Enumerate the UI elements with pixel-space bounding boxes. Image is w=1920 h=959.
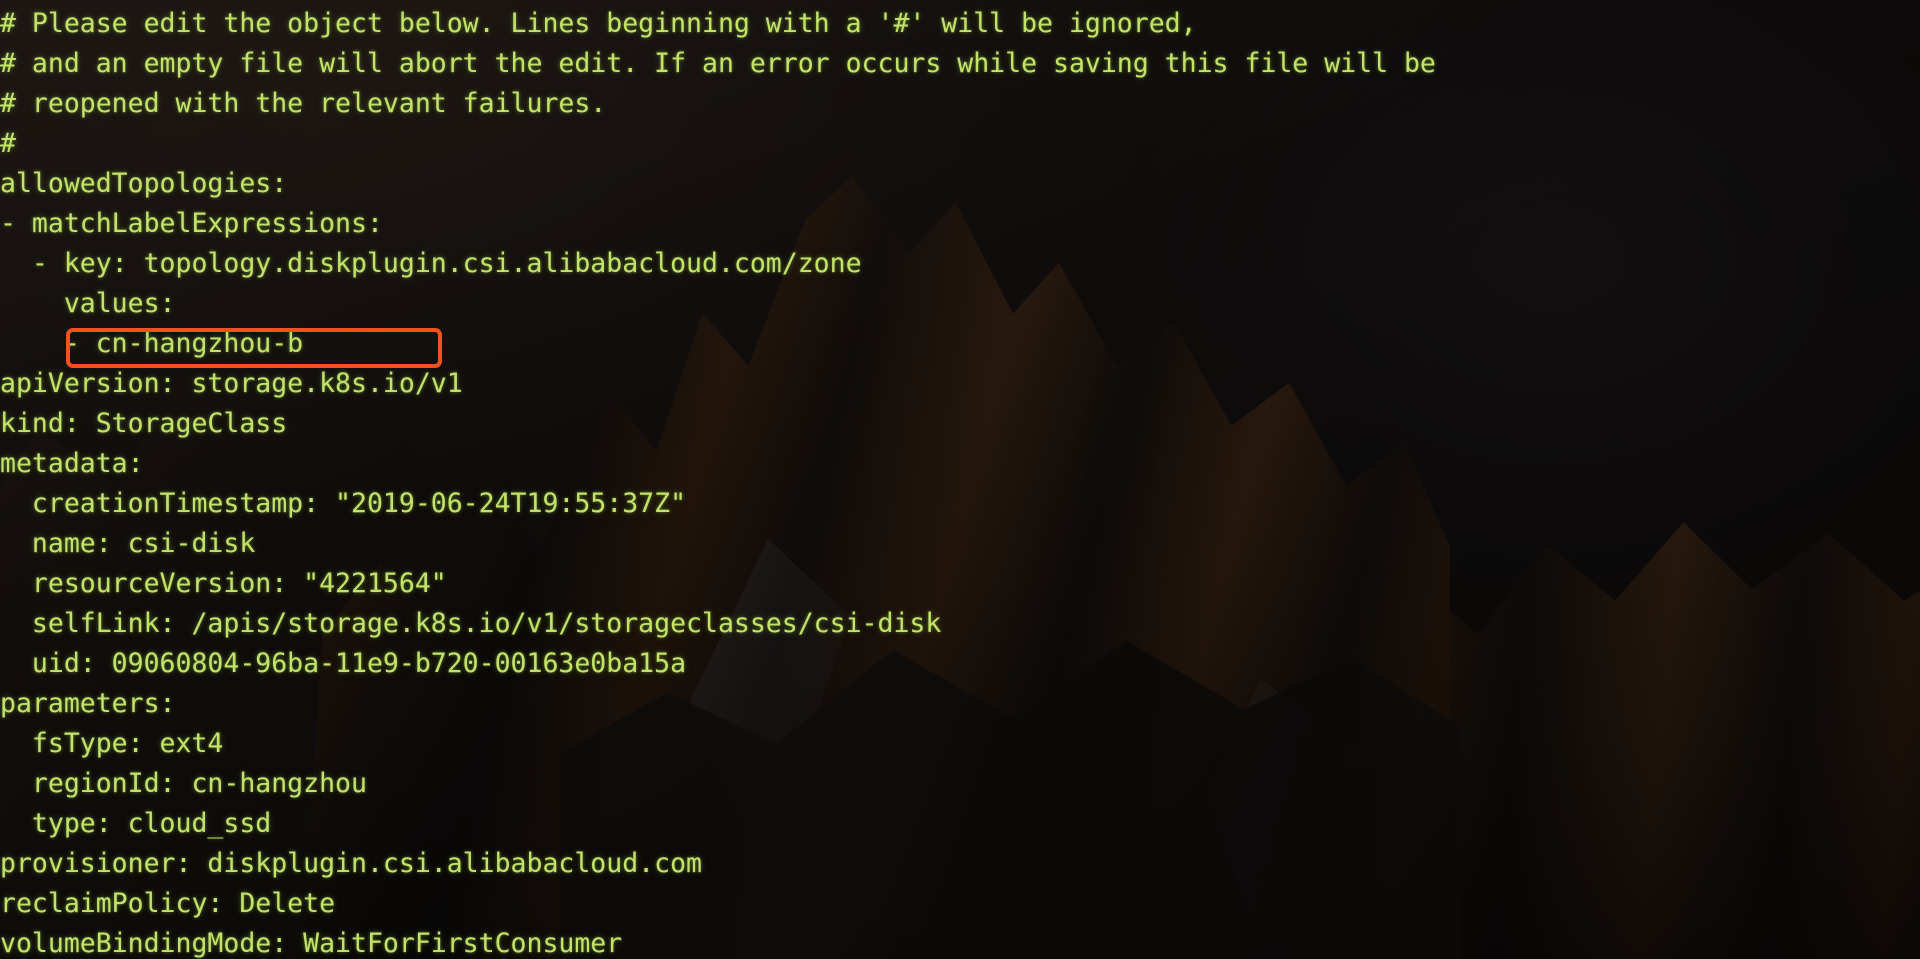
editor-line: reclaimPolicy: Delete xyxy=(0,888,336,919)
editor-line: # reopened with the relevant failures. xyxy=(0,88,607,119)
editor-line: metadata: xyxy=(0,448,144,479)
editor-line: volumeBindingMode: WaitForFirstConsumer xyxy=(0,928,623,959)
editor-line: # and an empty file will abort the edit.… xyxy=(0,48,1436,79)
editor-line: type: cloud_ssd xyxy=(0,808,272,839)
editor-line: parameters: xyxy=(0,688,176,719)
editor-line: uid: 09060804-96ba-11e9-b720-00163e0ba15… xyxy=(0,648,687,679)
editor-line: creationTimestamp: "2019-06-24T19:55:37Z… xyxy=(0,488,687,519)
editor-line: fsType: ext4 xyxy=(0,728,224,759)
editor-line: selfLink: /apis/storage.k8s.io/v1/storag… xyxy=(0,608,942,639)
terminal-window[interactable]: # Please edit the object below. Lines be… xyxy=(0,0,1920,959)
editor-line: allowedTopologies: xyxy=(0,168,288,199)
editor-line: apiVersion: storage.k8s.io/v1 xyxy=(0,368,463,399)
editor-line: # Please edit the object below. Lines be… xyxy=(0,8,1197,39)
editor-line: regionId: cn-hangzhou xyxy=(0,768,367,799)
editor-line: - cn-hangzhou-b xyxy=(0,328,304,359)
editor-line: name: csi-disk xyxy=(0,528,256,559)
editor-line: resourceVersion: "4221564" xyxy=(0,568,447,599)
editor-line: - key: topology.diskplugin.csi.alibabacl… xyxy=(0,248,862,279)
editor-line: kind: StorageClass xyxy=(0,408,288,439)
editor-line: provisioner: diskplugin.csi.alibabacloud… xyxy=(0,848,702,879)
editor-line: - matchLabelExpressions: xyxy=(0,208,383,239)
editor-line: values: xyxy=(0,288,176,319)
editor-line: # xyxy=(0,128,16,159)
editor-text-buffer[interactable]: # Please edit the object below. Lines be… xyxy=(0,0,1920,959)
